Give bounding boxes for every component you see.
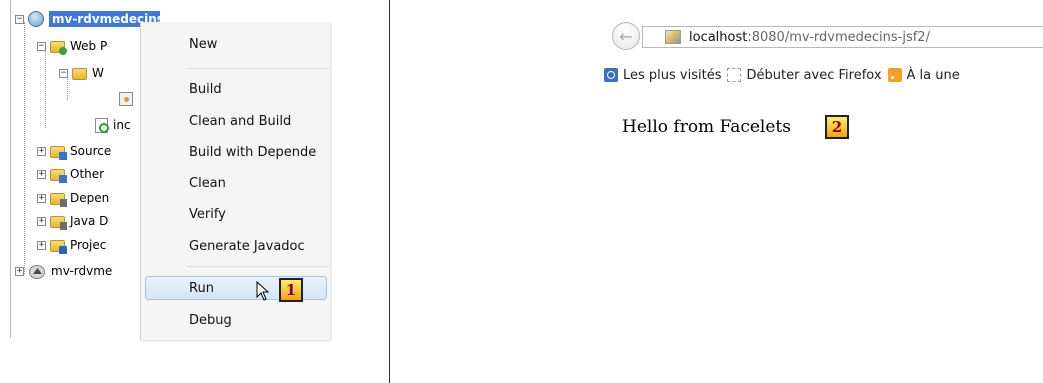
back-button[interactable]: ← [612, 22, 640, 50]
maven-project-icon [28, 264, 46, 279]
bookmark-getting-started[interactable]: Débuter avec Firefox [727, 67, 882, 83]
menu-item-clean-and-build[interactable]: Clean and Build [141, 109, 329, 133]
expand-icon[interactable]: + [37, 193, 46, 203]
back-arrow-icon: ← [619, 26, 633, 46]
tree-item-dependencies[interactable]: + Depen [37, 187, 109, 209]
menu-item-label: Generate Javadoc [189, 238, 305, 254]
url-bar[interactable]: localhost:8080/mv-rdvmedecins-jsf2/ [642, 26, 1043, 48]
menu-item-generate-javadoc[interactable]: Generate Javadoc [141, 234, 329, 258]
menu-item-label: Clean and Build [189, 113, 292, 129]
tree-item-sources[interactable]: + Source [37, 140, 111, 162]
bookmarks-toolbar: Les plus visités Débuter avec Firefox À … [604, 63, 1043, 87]
browser-window: localhost:8080/mv-rdvmedecins-jsf2/ ← Le… [604, 18, 1043, 128]
expand-icon[interactable]: + [37, 169, 46, 179]
tree-item-label: Java D [70, 214, 109, 228]
project-tree: − mv-rdvmedecins-jsf2 − Web P − W inc + … [0, 0, 160, 340]
menu-item-debug[interactable]: Debug [141, 308, 329, 332]
menu-item-build[interactable]: Build [141, 77, 329, 101]
most-visited-icon [604, 68, 618, 82]
bookmark-label: Débuter avec Firefox [746, 67, 882, 83]
tree-item-index[interactable]: inc [95, 114, 131, 136]
page-content-text: Hello from Facelets [622, 117, 791, 137]
web-pages-folder-icon [50, 41, 67, 55]
menu-separator [187, 68, 329, 69]
mouse-cursor-icon [256, 281, 270, 301]
expand-icon[interactable]: + [37, 216, 46, 226]
menu-item-label: Debug [189, 312, 232, 328]
bookmark-most-visited[interactable]: Les plus visités [604, 68, 721, 83]
panel-divider [389, 0, 390, 383]
tree-item-other-sources[interactable]: + Other [37, 163, 104, 185]
dependencies-icon [50, 193, 67, 207]
menu-item-label: Verify [189, 206, 226, 222]
collapse-icon[interactable]: − [15, 14, 24, 24]
xhtml-file-icon [95, 117, 109, 133]
tree-item-maven-project[interactable]: + mv-rdvme [15, 260, 112, 282]
folder-icon [72, 68, 87, 80]
tree-item-web-pages[interactable]: − Web P [37, 35, 107, 57]
config-file-icon [119, 92, 133, 106]
menu-item-label: Clean [189, 175, 226, 191]
tree-item-label: Depen [70, 191, 110, 205]
tree-item-label: W [92, 66, 104, 80]
menu-item-new[interactable]: New [141, 32, 329, 56]
expand-icon[interactable]: + [15, 266, 24, 276]
expand-icon[interactable]: + [37, 146, 46, 156]
tree-root-node[interactable]: − mv-rdvmedecins-jsf2 [15, 8, 160, 30]
rss-feed-icon [887, 68, 902, 82]
menu-separator [187, 266, 329, 267]
web-project-icon [28, 11, 44, 27]
bookmark-headlines[interactable]: À la une [887, 67, 960, 83]
source-package-icon [50, 146, 67, 160]
menu-item-label: Build [189, 81, 222, 97]
tree-left-border [10, 0, 11, 338]
tree-item-project-files[interactable]: + Projec [37, 234, 106, 256]
java-dependencies-icon [50, 216, 67, 230]
collapse-icon[interactable]: − [59, 68, 68, 78]
menu-item-clean[interactable]: Clean [141, 171, 329, 195]
collapse-icon[interactable]: − [37, 41, 46, 51]
site-identity-icon[interactable] [665, 30, 681, 44]
menu-item-label: New [189, 36, 218, 52]
step-badge-1: 1 [279, 278, 303, 302]
menu-item-verify[interactable]: Verify [141, 202, 329, 226]
url-host: localhost [689, 29, 748, 45]
tree-item-java-dependencies[interactable]: + Java D [37, 210, 108, 232]
tree-item-web-inf[interactable]: − W [59, 62, 104, 84]
url-path: :8080/mv-rdvmedecins-jsf2/ [747, 29, 930, 45]
tree-item-label: Other [70, 167, 105, 181]
bookmark-label: Les plus visités [623, 67, 722, 83]
tree-item-config-file[interactable] [119, 88, 138, 110]
tree-connector [24, 22, 25, 274]
menu-item-build-with-dependencies[interactable]: Build with Depende [141, 140, 329, 164]
bookmark-label: À la une [906, 67, 960, 83]
menu-item-label: Run [189, 280, 214, 296]
tree-item-label: Web P [70, 39, 108, 53]
other-sources-icon [50, 169, 67, 183]
menu-item-label: Build with Depende [189, 144, 317, 160]
tree-item-label: mv-rdvme [51, 264, 113, 278]
tree-item-label: inc [113, 118, 131, 132]
tree-item-label: Projec [70, 238, 107, 252]
bookmark-page-icon [727, 68, 742, 82]
tree-item-label: Source [70, 144, 112, 158]
expand-icon[interactable]: + [37, 240, 46, 250]
step-badge-2: 2 [825, 115, 849, 139]
project-files-icon [50, 240, 67, 254]
